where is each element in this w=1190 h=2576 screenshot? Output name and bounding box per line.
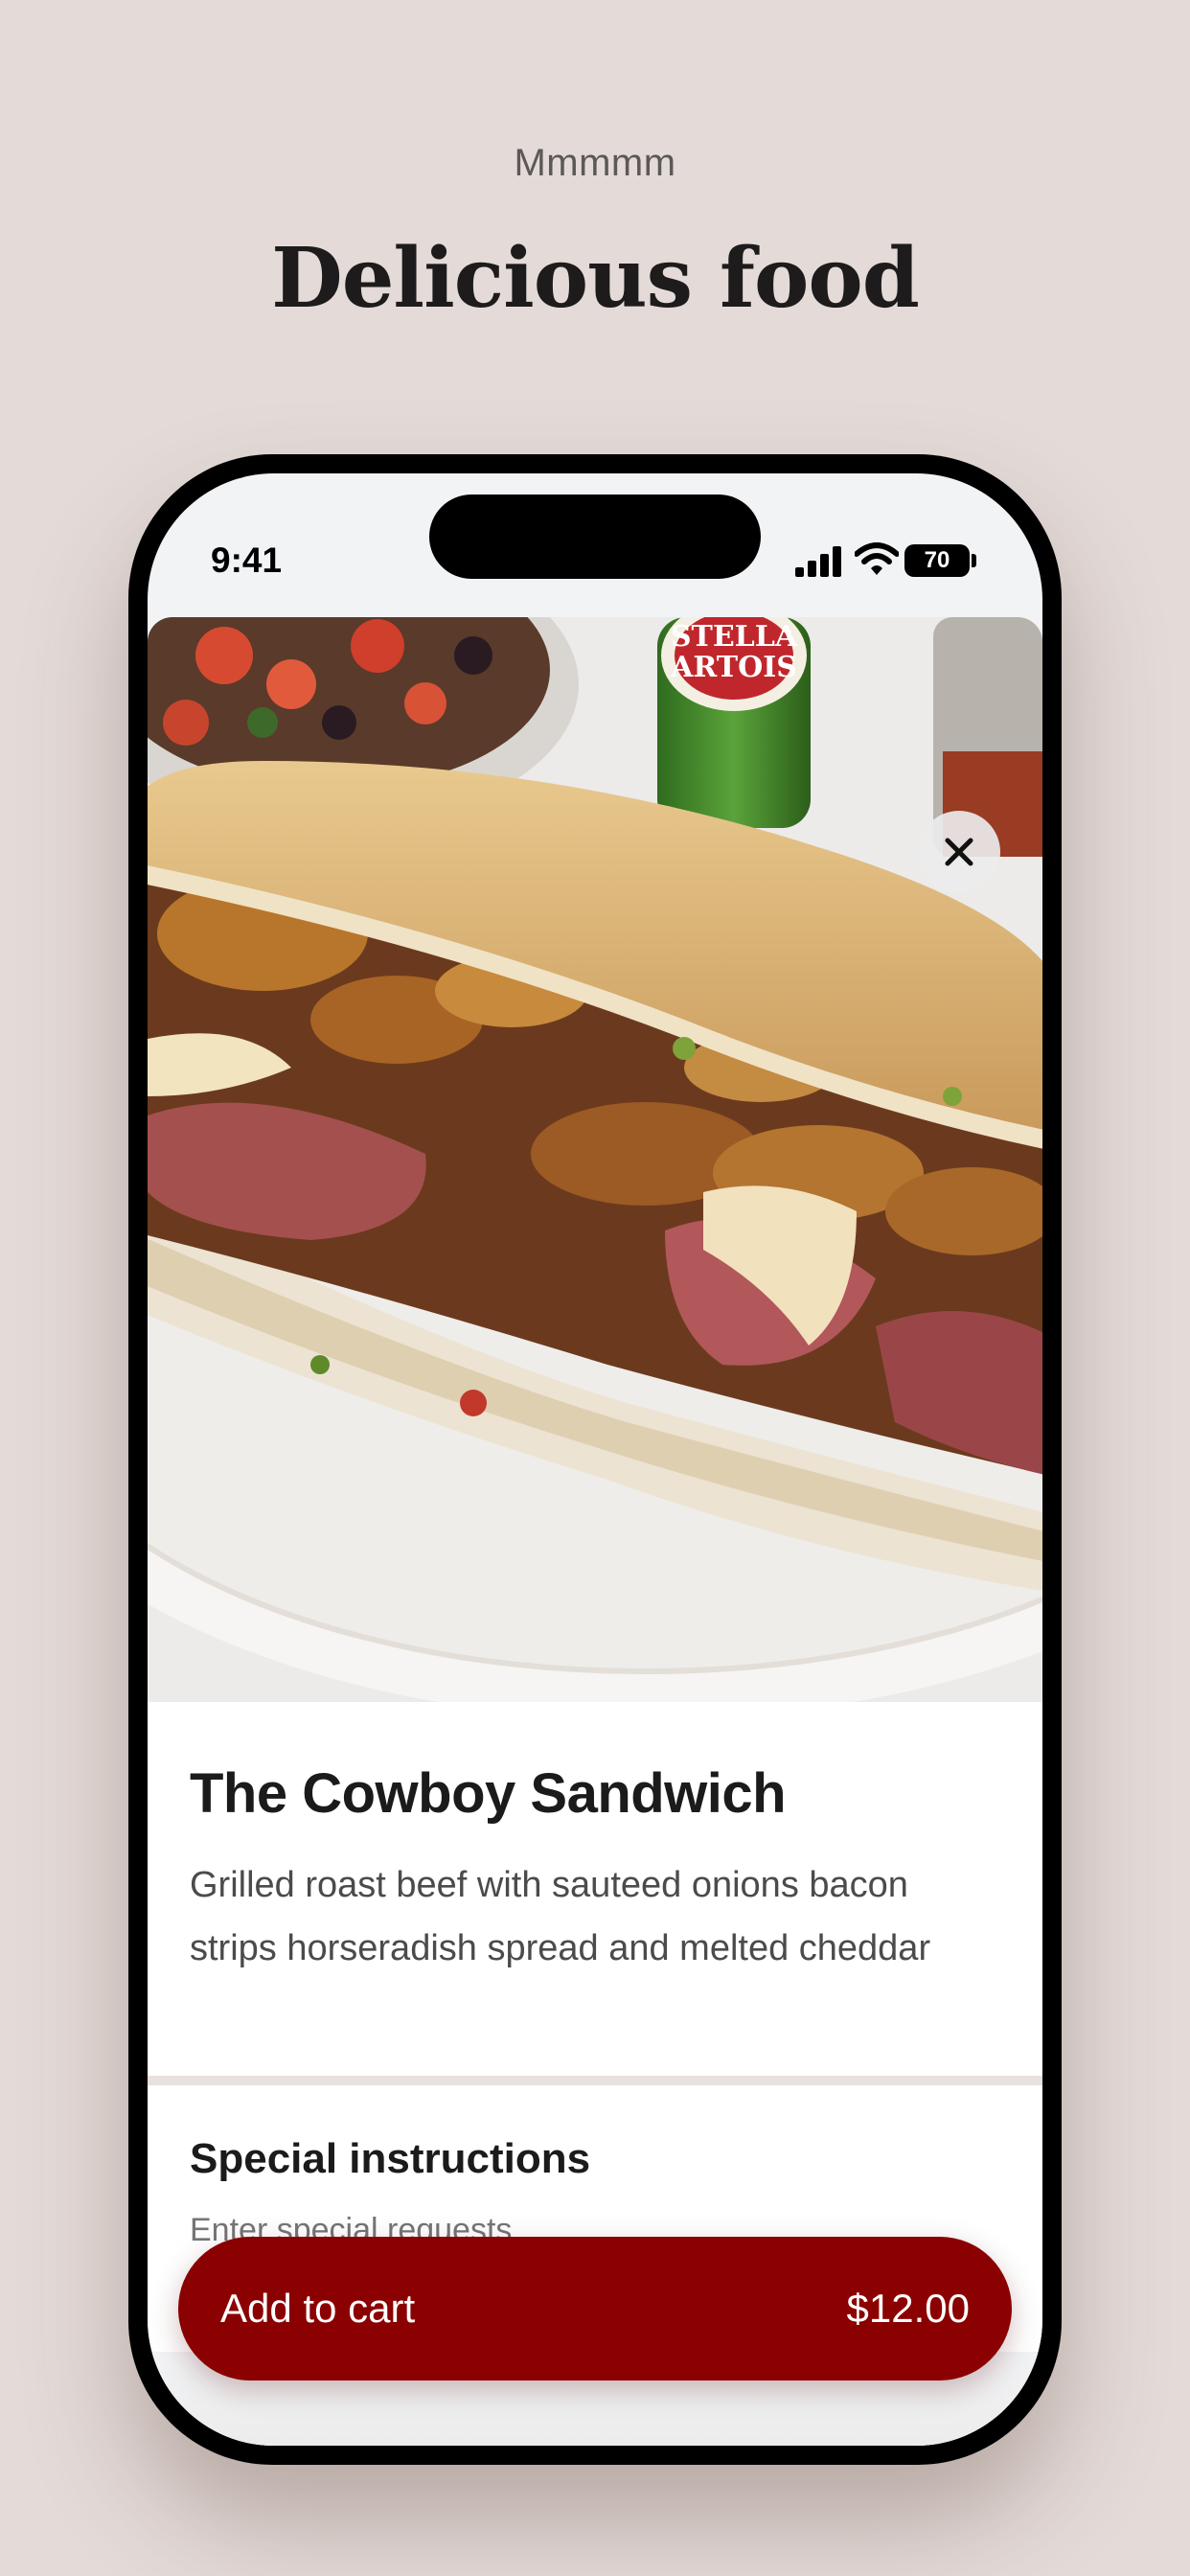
add-to-cart-button[interactable]: Add to cart $12.00: [178, 2237, 1012, 2380]
add-to-cart-label: Add to cart: [220, 2286, 416, 2331]
item-description: Grilled roast beef with sauteed onions b…: [190, 1865, 931, 1968]
battery-cap: [972, 554, 976, 567]
status-bar: 9:41 70: [148, 473, 1042, 617]
special-instructions-title: Special instructions: [190, 2135, 591, 2182]
phone-frame: 9:41 70 STELLA ARTOIS The Cowboy Sandwic…: [128, 454, 1062, 2465]
cellular-signal-icon: [795, 546, 841, 577]
close-icon: [945, 838, 973, 866]
close-button[interactable]: [918, 811, 1000, 893]
cart-price: $12.00: [846, 2286, 970, 2331]
item-name: The Cowboy Sandwich: [190, 1762, 787, 1825]
status-time: 9:41: [211, 540, 283, 580]
phone-screen: 9:41 70 STELLA ARTOIS The Cowboy Sandwic…: [148, 473, 1042, 2446]
sandwich-illustration: STELLA ARTOIS: [148, 617, 1042, 1702]
battery-indicator: 70: [904, 544, 970, 577]
food-photo: STELLA ARTOIS: [148, 617, 1042, 1702]
beer-label-text: STELLA: [671, 620, 798, 654]
section-divider: [148, 2076, 1042, 2085]
wifi-icon: [855, 542, 899, 575]
page-title: Delicious food: [271, 230, 920, 327]
dynamic-island: [429, 494, 761, 579]
page-eyebrow: Mmmmm: [514, 142, 676, 184]
beer-label-text: ARTOIS: [670, 651, 797, 684]
